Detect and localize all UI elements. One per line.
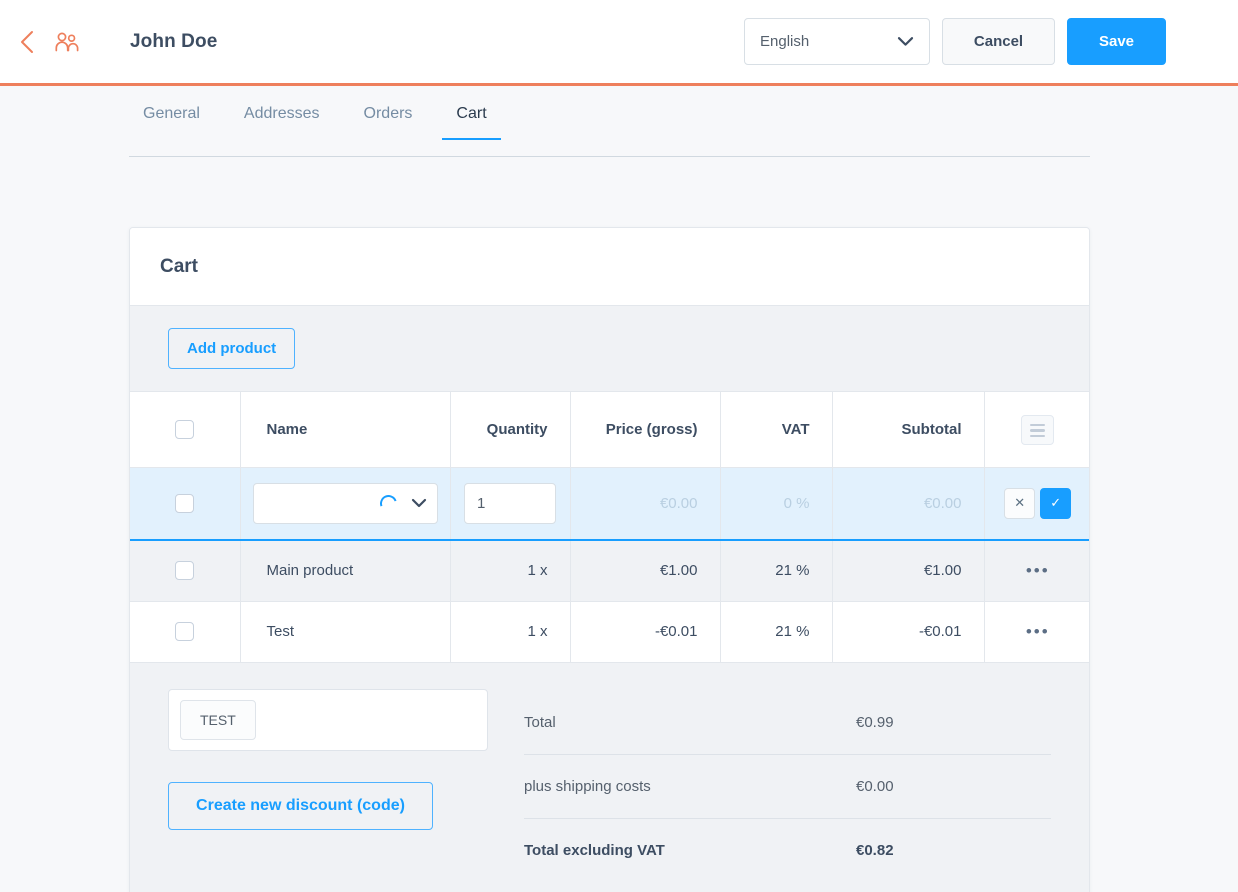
tab-orders[interactable]: Orders (350, 105, 427, 140)
language-select-value: English (760, 33, 810, 50)
summary-row-shipping: plus shipping costs €0.00 (524, 755, 1051, 819)
tab-list: General Addresses Orders Cart (129, 105, 1090, 157)
chevron-down-icon (897, 36, 914, 47)
summary-value: €0.00 (856, 777, 894, 795)
column-header-quantity[interactable]: Quantity (450, 392, 571, 468)
row-name: Main product (240, 540, 451, 602)
row-quantity: 1 x (450, 540, 571, 602)
row-price: €1.00 (570, 540, 721, 602)
check-icon[interactable]: ✓ (1040, 487, 1072, 519)
edit-row-subtotal: €0.00 (832, 467, 985, 541)
select-all-checkbox[interactable] (175, 419, 195, 439)
hamburger-bar (1030, 429, 1046, 432)
column-header-subtotal[interactable]: Subtotal (832, 392, 985, 468)
row-quantity: 1 x (450, 601, 571, 663)
chevron-down-icon (411, 495, 427, 512)
quantity-input[interactable]: 1 (464, 482, 556, 524)
row-checkbox[interactable] (175, 493, 195, 513)
tab-general[interactable]: General (129, 105, 214, 140)
cart-table-body: 1 €0.00 0 % €0.00 ✕ ✓ Main product 1 x €… (130, 467, 1090, 663)
row-checkbox[interactable] (175, 622, 195, 641)
cart-card-header: Cart (130, 228, 1089, 306)
table-row-editing: 1 €0.00 0 % €0.00 ✕ ✓ (130, 467, 1090, 541)
product-select[interactable] (252, 482, 438, 524)
row-actions-cell: ••• (984, 601, 1089, 663)
ellipsis-icon[interactable]: ••• (1026, 561, 1050, 580)
table-row[interactable]: Test 1 x -€0.01 21 % -€0.01 ••• (130, 601, 1089, 663)
hamburger-bar (1030, 423, 1046, 427)
tab-bar: General Addresses Orders Cart (0, 89, 1238, 159)
add-product-button[interactable]: Add product (168, 328, 296, 369)
table-row[interactable]: Main product 1 x €1.00 21 % €1.00 ••• (130, 540, 1089, 602)
row-vat: 21 % (720, 540, 833, 602)
row-checkbox[interactable] (175, 561, 195, 581)
tab-addresses[interactable]: Addresses (230, 105, 334, 140)
discount-tag[interactable]: TEST (180, 699, 256, 740)
row-subtotal: -€0.01 (832, 601, 985, 663)
summary-value: €0.82 (856, 842, 894, 859)
ellipsis-icon[interactable]: ••• (1026, 622, 1050, 641)
column-header-vat[interactable]: VAT (720, 392, 833, 468)
row-select-cell (130, 601, 241, 663)
cart-footer: TEST Create new discount (code) Total €0… (130, 662, 1089, 892)
edit-row-price: €0.00 (570, 467, 721, 541)
row-select-cell (130, 540, 241, 602)
discount-code-input[interactable]: TEST (168, 688, 488, 751)
cart-table-head: Name Quantity Price (gross) VAT Subtotal (130, 392, 1089, 468)
header-bar: John Doe English Cancel Save (0, 0, 1238, 86)
cart-card: Cart Add product Name Quantity Price (gr… (129, 227, 1090, 892)
chevron-left-icon (20, 30, 33, 53)
summary-label: Total excluding VAT (524, 842, 665, 859)
loading-spinner-icon (376, 491, 400, 515)
summary-row-total: Total €0.99 (524, 691, 1051, 755)
discount-section: TEST Create new discount (code) (168, 688, 488, 883)
row-price: -€0.01 (570, 601, 721, 663)
row-vat: 21 % (720, 601, 833, 663)
close-icon[interactable]: ✕ (1004, 487, 1036, 519)
cart-table: Name Quantity Price (gross) VAT Subtotal (130, 392, 1090, 663)
page-title: John Doe (130, 30, 218, 52)
summary-section: Total €0.99 plus shipping costs €0.00 To… (506, 689, 1051, 883)
row-actions-cell: ••• (984, 540, 1089, 602)
back-button[interactable] (8, 24, 44, 60)
hamburger-icon[interactable] (1021, 415, 1055, 446)
header-actions: English Cancel Save (744, 18, 1166, 65)
hamburger-bar (1030, 434, 1046, 438)
table-header-row: Name Quantity Price (gross) VAT Subtotal (130, 392, 1089, 468)
tab-cart[interactable]: Cart (442, 105, 501, 140)
column-header-price[interactable]: Price (gross) (570, 392, 721, 468)
edit-row-vat: 0 % (720, 467, 833, 541)
quantity-input-cell: 1 (450, 467, 571, 541)
row-subtotal: €1.00 (832, 540, 985, 602)
cart-toolbar: Add product (130, 306, 1089, 392)
cart-card-title: Cart (160, 255, 199, 277)
customers-icon-glyph (55, 32, 79, 51)
summary-label: Total (524, 713, 556, 731)
language-select[interactable]: English (744, 18, 930, 65)
summary-value: €0.99 (856, 713, 894, 731)
column-settings-header (984, 392, 1089, 468)
edit-row-actions: ✕ ✓ (984, 467, 1090, 541)
row-select-cell (130, 467, 241, 541)
edit-actions-group: ✕ ✓ (985, 487, 1090, 519)
customers-icon (48, 24, 84, 60)
create-discount-button[interactable]: Create new discount (code) (168, 781, 433, 830)
select-all-header (130, 392, 241, 468)
summary-label: plus shipping costs (524, 777, 651, 795)
save-button[interactable]: Save (1067, 18, 1166, 65)
summary-row-total-excl-vat: Total excluding VAT €0.82 (524, 819, 1051, 883)
row-name: Test (240, 601, 451, 663)
product-select-cell (240, 467, 451, 541)
column-header-name[interactable]: Name (240, 392, 451, 468)
page-root: John Doe English Cancel Save General Add… (0, 0, 1238, 892)
cancel-button[interactable]: Cancel (942, 18, 1055, 65)
